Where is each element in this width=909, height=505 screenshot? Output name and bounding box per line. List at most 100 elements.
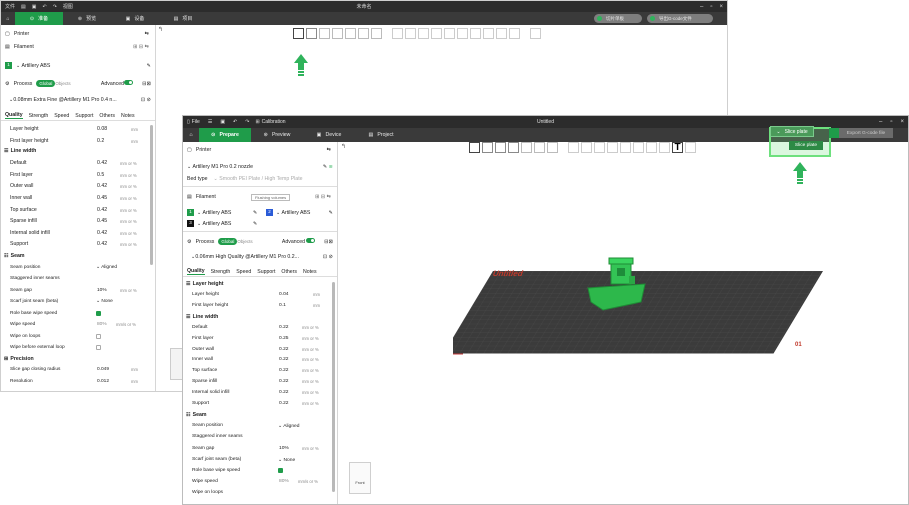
role-base-checkbox[interactable] [96, 311, 101, 316]
edit-icon[interactable]: ✎ ≋ [323, 164, 333, 170]
filament-tools-icon[interactable]: ⊞ ⊟ ⇆ [315, 194, 331, 200]
setting-value-field[interactable]: 10% [97, 288, 107, 293]
tab-device[interactable]: ▣ 设备 [111, 12, 159, 25]
sidebar-scrollbar[interactable] [150, 125, 153, 265]
tab-preview[interactable]: ⊛ Preview [251, 128, 303, 142]
support-paint-icon[interactable] [633, 142, 644, 153]
lay-on-face-icon[interactable] [607, 142, 618, 153]
sidebar-scrollbar[interactable] [332, 282, 335, 492]
orient-icon[interactable] [495, 142, 506, 153]
rotate-icon[interactable] [405, 28, 416, 39]
tab-support[interactable]: Support [257, 269, 275, 275]
scale-icon[interactable] [418, 28, 429, 39]
filament-slot-badge[interactable]: 1 [5, 62, 12, 69]
wipe-before-checkbox[interactable] [96, 345, 101, 350]
layers-icon[interactable] [534, 142, 545, 153]
edit-icon[interactable]: ✎ [253, 210, 257, 216]
tab-prepare[interactable]: ⊙ 准备 [15, 12, 63, 25]
redo-icon[interactable]: ↷ [245, 119, 249, 125]
setting-value-field[interactable]: 10% [279, 446, 289, 451]
tab-others[interactable]: Others [99, 113, 115, 119]
tab-strength[interactable]: Strength [29, 113, 49, 119]
split-icon[interactable] [521, 142, 532, 153]
filament-tools-icon[interactable]: ⊞ ⊟ ⇆ [133, 44, 149, 50]
edit-icon[interactable]: ✎ [253, 221, 257, 227]
save-preset-icon[interactable]: ⊡ ⊘ [141, 97, 151, 103]
compare-icon[interactable]: ⊟⊠ [324, 239, 333, 245]
setting-value-field[interactable]: 0.012 [97, 379, 109, 384]
arrange-icon[interactable] [508, 142, 519, 153]
setting-value-field[interactable]: 0.049 [97, 367, 109, 372]
export-gcode-button[interactable]: 导出G-code文件 [647, 14, 713, 23]
tab-speed[interactable]: Speed [54, 113, 69, 119]
minimize-icon[interactable]: – [879, 119, 882, 125]
compare-icon[interactable]: ⊟⊠ [142, 81, 151, 87]
undo-icon[interactable]: ↶ [233, 119, 237, 125]
color-paint-icon[interactable] [483, 28, 494, 39]
seam-paint-icon[interactable] [646, 142, 657, 153]
objects-toggle[interactable]: Objects [237, 239, 252, 244]
add-object-icon[interactable] [293, 28, 304, 39]
printer-dropdown[interactable]: ⌄ Artillery M1 Pro 0.2 nozzle [187, 164, 253, 170]
slice-plate-menu-item[interactable]: Slice plate [789, 141, 823, 150]
add-object-icon[interactable] [469, 142, 480, 153]
export-chevron[interactable] [829, 128, 839, 138]
setting-value-field[interactable]: 0.22 [279, 325, 289, 330]
minimize-icon[interactable]: – [700, 4, 703, 10]
save-preset-icon[interactable]: ⊡ ⊘ [323, 254, 333, 260]
advanced-toggle[interactable] [124, 80, 133, 85]
export-gcode-button[interactable]: Export G-code file [839, 128, 893, 138]
advanced-toggle[interactable] [306, 238, 315, 243]
setting-value-field[interactable]: 0.5 [97, 172, 104, 178]
split-icon[interactable] [345, 28, 356, 39]
scarf-dropdown[interactable]: ⌄ None [278, 457, 295, 463]
setting-value-field[interactable]: 0.45 [97, 218, 107, 224]
scarf-dropdown[interactable]: ⌄ None [96, 299, 113, 304]
plate-icon[interactable] [371, 28, 382, 39]
save-icon[interactable]: ▣ [220, 119, 225, 125]
close-icon[interactable]: × [900, 119, 904, 125]
3d-model[interactable] [583, 254, 653, 314]
move-icon[interactable] [392, 28, 403, 39]
objects-toggle[interactable]: Objects [55, 81, 70, 86]
setting-value-field[interactable]: 0.08 [97, 126, 107, 132]
orient-icon[interactable] [319, 28, 330, 39]
lay-on-face-icon[interactable] [431, 28, 442, 39]
process-profile-dropdown[interactable]: 0.08mm Extra Fine @Artillery M1 Pro 0.4 … [13, 97, 116, 103]
edit-icon[interactable]: ✎ [329, 210, 333, 216]
tab-support[interactable]: Support [75, 113, 93, 119]
tab-project[interactable]: ▤ Project [355, 128, 407, 142]
tab-others[interactable]: Others [281, 269, 297, 275]
tab-strength[interactable]: Strength [211, 269, 231, 275]
menu-file[interactable]: 文件 [5, 3, 15, 10]
save-icon[interactable]: ▣ [32, 4, 37, 10]
grid-icon[interactable] [482, 142, 493, 153]
tab-preview[interactable]: ⊛ 预览 [63, 12, 111, 25]
tab-quality[interactable]: Quality [5, 112, 23, 119]
seam-position-dropdown[interactable]: ⌄ Aligned [278, 423, 300, 429]
setting-value-field[interactable]: 0.22 [279, 368, 289, 373]
wipe-loops-checkbox[interactable] [96, 334, 101, 339]
color-paint-icon[interactable] [659, 142, 670, 153]
measure-icon[interactable] [685, 142, 696, 153]
plate-icon[interactable] [547, 142, 558, 153]
filament-slot-badge[interactable]: 2 [266, 209, 273, 216]
assembly-icon[interactable] [509, 28, 520, 39]
menu-view[interactable]: 视图 [63, 3, 73, 10]
seam-position-dropdown[interactable]: ⌄ Aligned [96, 265, 117, 270]
tab-notes[interactable]: Notes [303, 269, 317, 275]
setting-value-field[interactable]: 80% [97, 322, 107, 327]
menu-icon[interactable]: ☰ [208, 119, 212, 125]
menu-file[interactable]: File [192, 119, 200, 125]
setting-value-field[interactable]: 0.25 [279, 336, 289, 341]
setting-value-field[interactable]: 0.42 [97, 207, 107, 213]
cut-icon[interactable] [620, 142, 631, 153]
setting-value-field[interactable]: 0.04 [279, 292, 289, 297]
filament-dropdown[interactable]: ⌄ Artillery ABS [197, 210, 231, 216]
role-base-checkbox[interactable] [278, 468, 283, 473]
setting-value-field[interactable]: 0.1 [279, 303, 286, 308]
collapse-sidebar-icon[interactable]: ↰ [341, 143, 346, 150]
scale-icon[interactable] [594, 142, 605, 153]
setting-value-field[interactable]: 0.42 [97, 230, 107, 236]
settings-icon[interactable]: ⇆ [327, 147, 331, 153]
